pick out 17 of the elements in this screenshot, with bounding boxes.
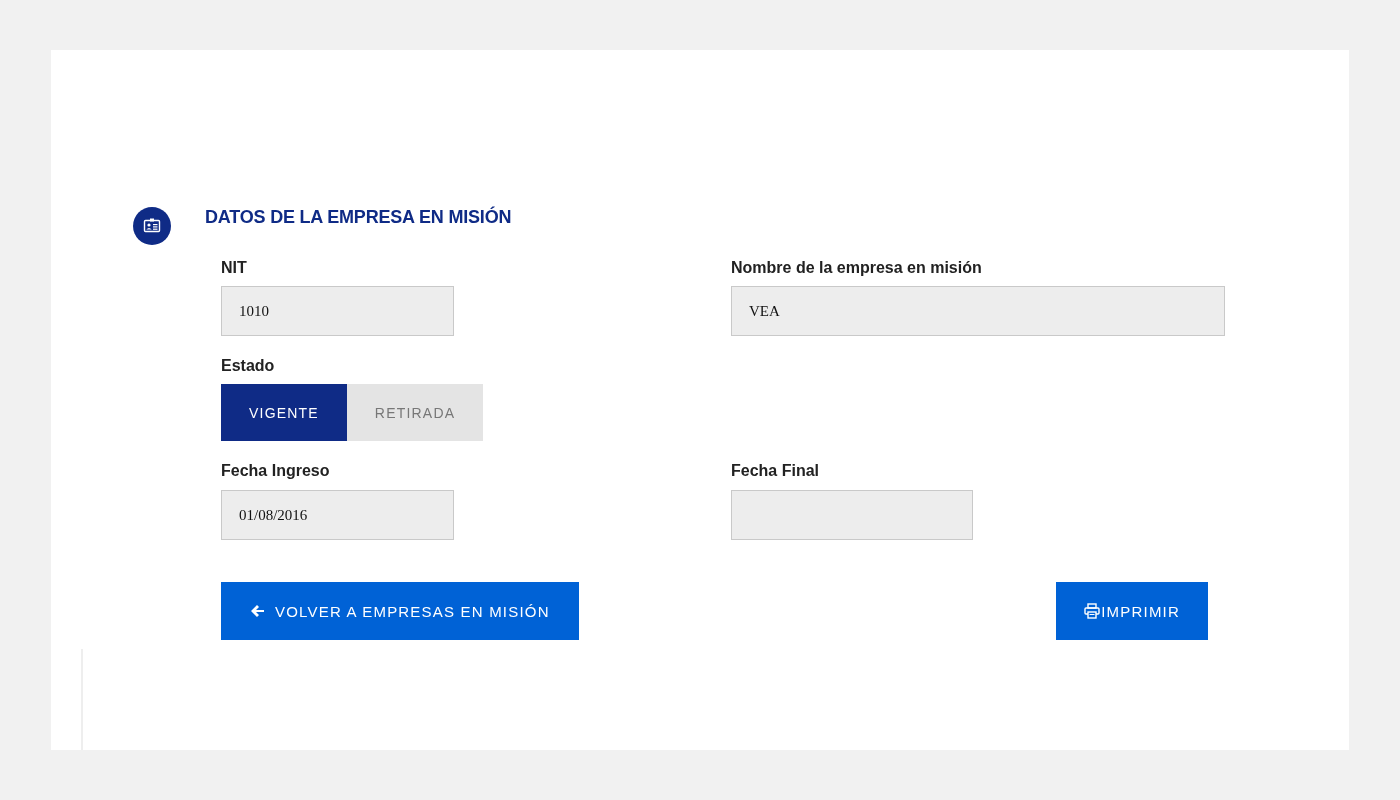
arrow-left-icon xyxy=(250,604,264,618)
section-title: DATOS DE LA EMPRESA EN MISIÓN xyxy=(205,206,512,228)
field-label: Estado xyxy=(221,356,275,376)
toggle-option[interactable]: RETIRADA xyxy=(346,384,484,441)
input-field[interactable] xyxy=(731,490,973,540)
id-card-icon xyxy=(133,207,171,245)
field-label: Fecha Ingreso xyxy=(221,461,330,481)
back-button[interactable]: VOLVER A EMPRESAS EN MISIÓN xyxy=(221,582,579,640)
field-label: Fecha Final xyxy=(731,461,820,481)
field-label: NIT xyxy=(221,258,247,278)
toggle-option[interactable]: VIGENTE xyxy=(221,384,347,441)
printer-icon xyxy=(1084,603,1101,619)
input-field[interactable]: 01/08/2016 xyxy=(221,490,454,540)
input-field[interactable]: 1010 xyxy=(221,286,454,336)
field-label: Nombre de la empresa en misión xyxy=(731,258,982,278)
print-button[interactable]: IMPRIMIR xyxy=(1056,582,1208,640)
input-field[interactable]: VEA xyxy=(731,286,1225,336)
